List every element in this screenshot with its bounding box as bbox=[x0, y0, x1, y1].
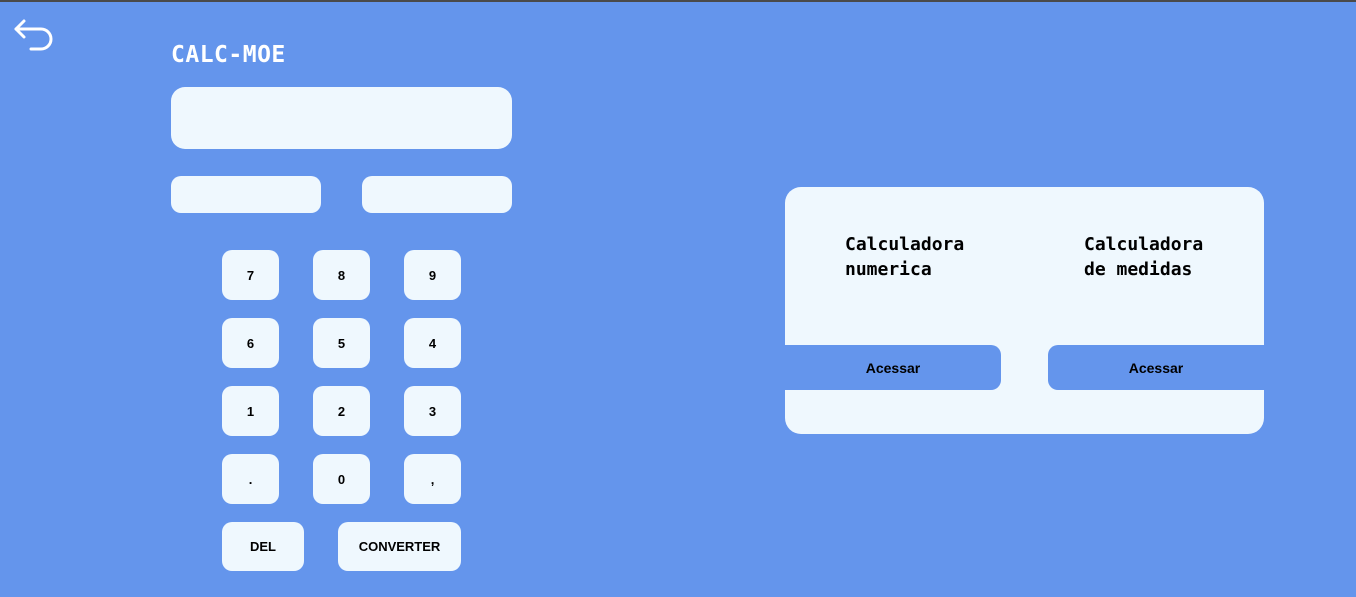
app-title: CALC-MOE bbox=[171, 42, 286, 68]
display-input[interactable] bbox=[171, 87, 512, 149]
key-5[interactable]: 5 bbox=[313, 318, 370, 368]
back-button[interactable] bbox=[13, 15, 57, 55]
key-1[interactable]: 1 bbox=[222, 386, 279, 436]
calculator-selector-card bbox=[785, 187, 1264, 434]
measures-calculator-label-line2: de medidas bbox=[1084, 259, 1193, 280]
key-2[interactable]: 2 bbox=[313, 386, 370, 436]
unit-to-field[interactable] bbox=[362, 176, 512, 213]
access-numeric-button[interactable]: Acessar bbox=[785, 345, 1001, 390]
key-4[interactable]: 4 bbox=[404, 318, 461, 368]
numeric-calculator-label: Calculadora numerica bbox=[845, 232, 964, 282]
key-9[interactable]: 9 bbox=[404, 250, 461, 300]
key-0[interactable]: 0 bbox=[313, 454, 370, 504]
undo-arrow-icon bbox=[14, 19, 53, 51]
measures-calculator-label: Calculadora de medidas bbox=[1084, 232, 1203, 282]
del-button[interactable]: DEL bbox=[222, 522, 304, 571]
unit-from-field[interactable] bbox=[171, 176, 321, 213]
key-6[interactable]: 6 bbox=[222, 318, 279, 368]
key-8[interactable]: 8 bbox=[313, 250, 370, 300]
top-border bbox=[0, 0, 1356, 2]
convert-button[interactable]: CONVERTER bbox=[338, 522, 461, 571]
measures-calculator-label-line1: Calculadora bbox=[1084, 234, 1204, 255]
access-measures-button[interactable]: Acessar bbox=[1048, 345, 1264, 390]
numeric-calculator-label-line2: numerica bbox=[845, 259, 932, 280]
key-comma[interactable]: , bbox=[404, 454, 461, 504]
key-7[interactable]: 7 bbox=[222, 250, 279, 300]
key-dot[interactable]: . bbox=[222, 454, 279, 504]
numeric-calculator-label-line1: Calculadora bbox=[845, 234, 965, 255]
key-3[interactable]: 3 bbox=[404, 386, 461, 436]
